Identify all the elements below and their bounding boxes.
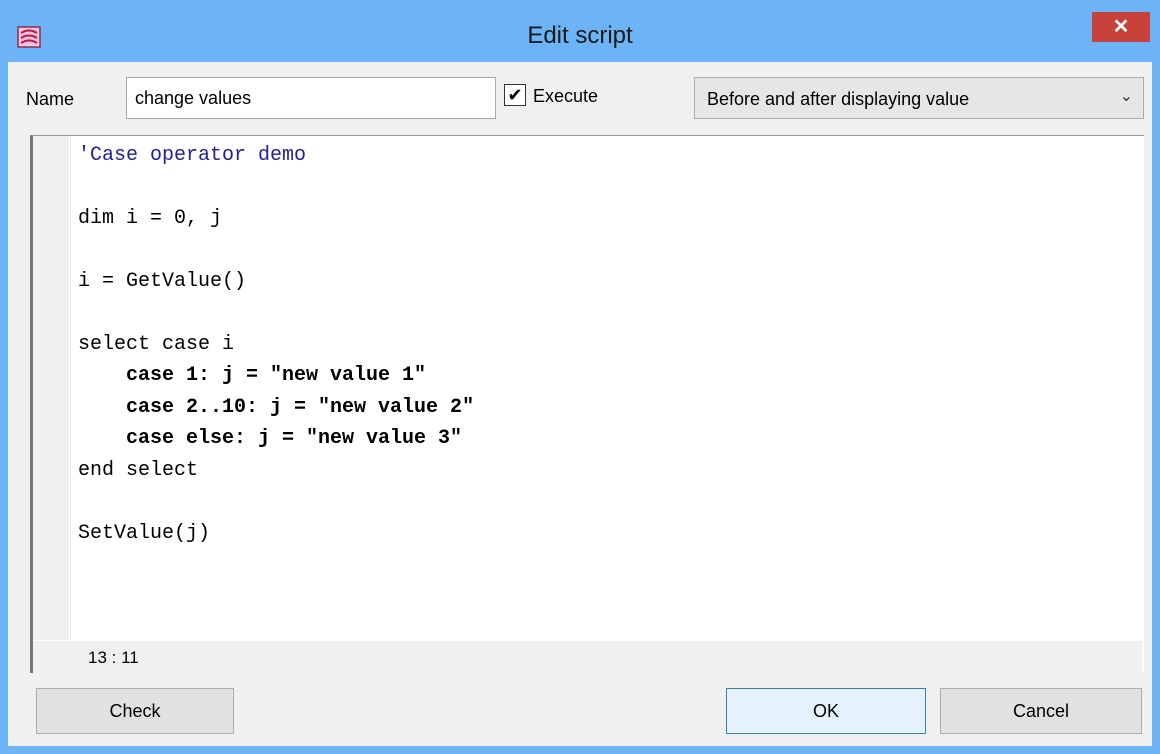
execution-mode-select[interactable]: Before and after displaying value ⌄ xyxy=(694,77,1144,119)
edit-script-window: Edit script ✕ Name ✔ Execute Before and … xyxy=(0,0,1160,754)
cancel-button[interactable]: Cancel xyxy=(940,688,1142,734)
code-line: end select xyxy=(78,459,199,482)
code-line: dim i = 0, j xyxy=(78,207,223,230)
execution-mode-value: Before and after displaying value xyxy=(707,89,970,109)
close-button[interactable]: ✕ xyxy=(1092,12,1150,42)
name-label: Name xyxy=(26,89,75,109)
code-line: SetValue(j) xyxy=(78,522,211,545)
code-line: case 1: j = "new value 1" xyxy=(78,364,427,387)
check-button[interactable]: Check xyxy=(36,688,234,734)
code-line: 'Case operator demo xyxy=(78,144,307,167)
execute-checkbox[interactable]: ✔ xyxy=(504,84,526,106)
chevron-down-icon: ⌄ xyxy=(1119,88,1133,105)
execute-label[interactable]: Execute xyxy=(533,86,598,107)
code-line: case 2..10: j = "new value 2" xyxy=(78,396,475,419)
editor-gutter xyxy=(33,136,69,640)
window-title: Edit script xyxy=(527,22,633,49)
code-line: select case i xyxy=(78,333,235,356)
cursor-position: 13 : 11 xyxy=(88,648,139,667)
name-input[interactable] xyxy=(126,77,496,119)
code-line: i = GetValue() xyxy=(78,270,247,293)
code-line: case else: j = "new value 3" xyxy=(78,427,463,450)
editor-status-bar xyxy=(33,641,1142,673)
ok-button[interactable]: OK xyxy=(726,688,926,734)
